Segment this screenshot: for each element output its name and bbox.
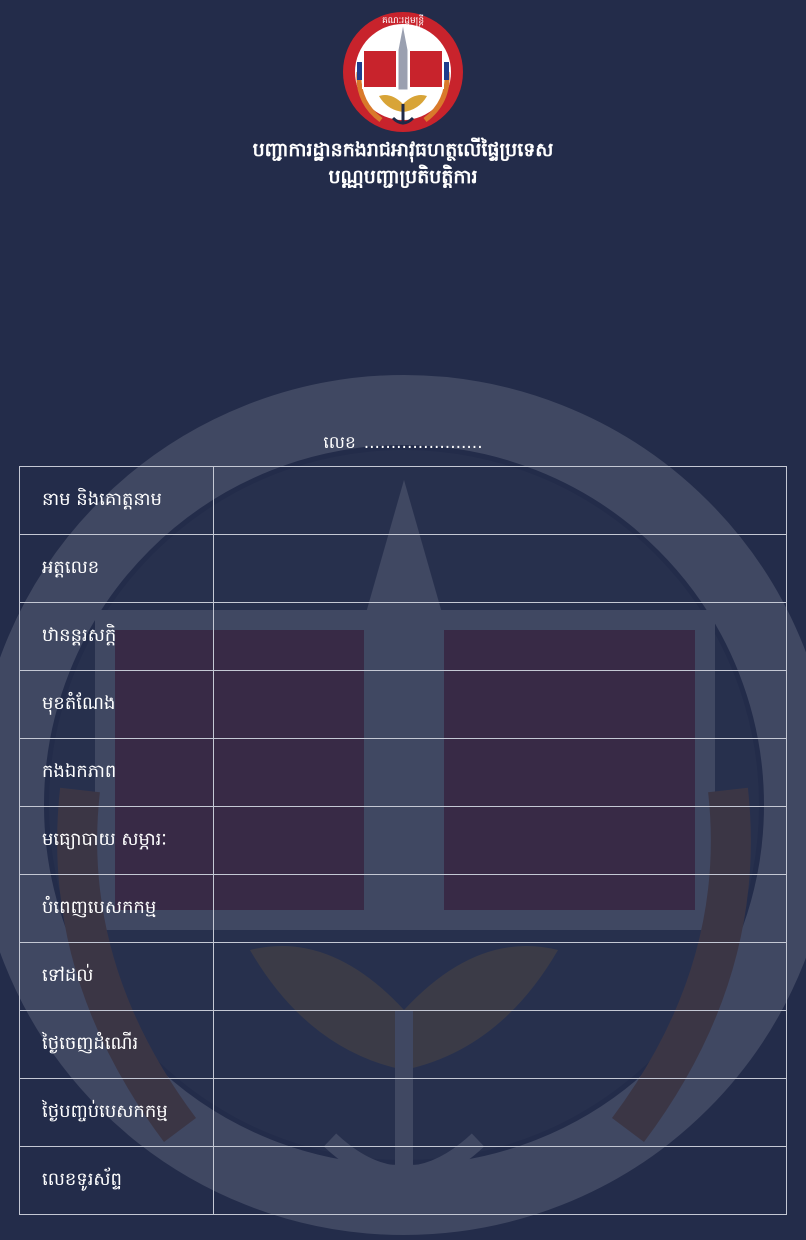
mission-label: បំពេញបេសកកម្ម [19, 874, 214, 943]
full-name-field[interactable] [213, 466, 787, 535]
mission-end-date-field[interactable] [213, 1078, 787, 1147]
document-number-label: លេខ [323, 433, 356, 453]
document-number-dots: ...................... [363, 433, 483, 453]
phone-number-field[interactable] [213, 1146, 787, 1215]
logo-emblem: គណៈរដ្ឋមន្ត្រី [343, 12, 463, 132]
form-row-id-number: អត្តលេខ [19, 534, 787, 603]
form-row-phone-number: លេខទូរស័ព្ទ [19, 1146, 787, 1215]
destination-label: ទៅដល់ [19, 942, 214, 1011]
id-number-field[interactable] [213, 534, 787, 603]
form-row-mission: បំពេញបេសកកម្ម [19, 874, 787, 943]
form-row-mission-end-date: ថ្ងៃបញ្ចប់បេសកកម្ម [19, 1078, 787, 1147]
form-row-departure-date: ថ្ងៃចេញដំណើរ [19, 1010, 787, 1079]
header-organization-name: បញ្ជាការដ្ឋានកងរាជអាវុធហត្ថលើផ្ទៃប្រទេស [252, 139, 554, 161]
equipment-label: មធ្យោបាយ សម្ភារៈ [19, 806, 214, 875]
unit-label: កងឯកភាព [19, 738, 214, 807]
mission-order-form: នាម និងគោត្តនាម អត្តលេខ ឋានន្តរសក្តិ មុខ… [19, 466, 787, 1215]
destination-field[interactable] [213, 942, 787, 1011]
header-document-title: បណ្ណបញ្ជាប្រតិបត្តិការ [328, 166, 478, 188]
phone-number-label: លេខទូរស័ព្ទ [19, 1146, 214, 1215]
rank-label: ឋានន្តរសក្តិ [19, 602, 214, 671]
position-field[interactable] [213, 670, 787, 739]
equipment-field[interactable] [213, 806, 787, 875]
unit-field[interactable] [213, 738, 787, 807]
form-row-unit: កងឯកភាព [19, 738, 787, 807]
full-name-label: នាម និងគោត្តនាម [19, 466, 214, 535]
mission-end-date-label: ថ្ងៃបញ្ចប់បេសកកម្ម [19, 1078, 214, 1147]
rank-field[interactable] [213, 602, 787, 671]
logo-ring-text: គណៈរដ្ឋមន្ត្រី [382, 14, 424, 27]
form-row-destination: ទៅដល់ [19, 942, 787, 1011]
form-row-position: មុខតំណែង [19, 670, 787, 739]
id-number-label: អត្តលេខ [19, 534, 214, 603]
mission-field[interactable] [213, 874, 787, 943]
position-label: មុខតំណែង [19, 670, 214, 739]
form-row-full-name: នាម និងគោត្តនាម [19, 466, 787, 535]
departure-date-label: ថ្ងៃចេញដំណើរ [19, 1010, 214, 1079]
form-row-rank: ឋានន្តរសក្តិ [19, 602, 787, 671]
document-number: លេខ...................... [0, 430, 806, 456]
departure-date-field[interactable] [213, 1010, 787, 1079]
form-row-equipment: មធ្យោបាយ សម្ភារៈ [19, 806, 787, 875]
